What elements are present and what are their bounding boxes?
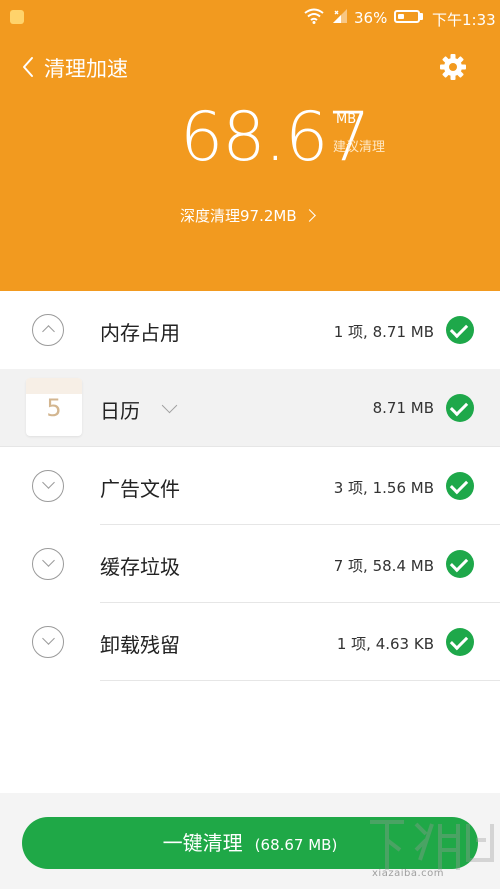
calendar-app-icon: 5 bbox=[26, 378, 82, 436]
battery-percent: 36% bbox=[354, 9, 388, 27]
item-size: 1 项, 8.71 MB bbox=[333, 323, 434, 341]
checkmark-icon[interactable] bbox=[446, 316, 474, 344]
list-item-calendar[interactable]: 5 日历 8.71 MB bbox=[0, 369, 500, 447]
item-size: 7 项, 58.4 MB bbox=[333, 557, 434, 575]
expand-button[interactable] bbox=[32, 548, 64, 580]
checkmark-icon[interactable] bbox=[446, 550, 474, 578]
signal-icon bbox=[333, 9, 347, 23]
item-size: 1 项, 4.63 KB bbox=[336, 635, 434, 653]
list-item-uninstall-residue[interactable]: 卸载残留 1 项, 4.63 KB bbox=[0, 603, 500, 681]
wifi-icon bbox=[304, 8, 324, 24]
item-size: 3 项, 1.56 MB bbox=[333, 479, 434, 497]
checkmark-icon[interactable] bbox=[446, 628, 474, 656]
item-label: 日历 bbox=[100, 399, 140, 423]
calendar-icon-number: 5 bbox=[46, 394, 62, 422]
watermark-text: xiazaiba.com bbox=[372, 868, 444, 879]
battery-icon bbox=[394, 10, 420, 23]
collapse-button[interactable] bbox=[32, 314, 64, 346]
expand-button[interactable] bbox=[32, 470, 64, 502]
suggestion-label: 建议清理 bbox=[333, 140, 386, 155]
expand-button[interactable] bbox=[32, 626, 64, 658]
item-label: 缓存垃圾 bbox=[100, 555, 180, 579]
list-item-cache[interactable]: 缓存垃圾 7 项, 58.4 MB bbox=[0, 525, 500, 603]
status-bar: 36% 下午1:33 bbox=[0, 0, 500, 36]
checkmark-icon[interactable] bbox=[446, 472, 474, 500]
clean-button-label: 一键清理 bbox=[162, 831, 243, 855]
item-label: 内存占用 bbox=[100, 321, 180, 345]
back-icon[interactable] bbox=[18, 54, 40, 80]
divider bbox=[100, 680, 500, 681]
checkmark-icon[interactable] bbox=[446, 394, 474, 422]
item-label: 卸载残留 bbox=[100, 633, 180, 657]
item-label: 广告文件 bbox=[100, 477, 180, 501]
gear-icon[interactable] bbox=[438, 52, 468, 82]
chevron-down-icon bbox=[42, 632, 55, 645]
chevron-down-icon bbox=[42, 554, 55, 567]
list-item-ad-files[interactable]: 广告文件 3 项, 1.56 MB bbox=[0, 447, 500, 525]
chevron-up-icon bbox=[42, 325, 55, 338]
page-title: 清理加速 bbox=[44, 57, 128, 81]
deep-clean-label: 深度清理97.2MB bbox=[180, 207, 297, 225]
chevron-right-icon bbox=[302, 209, 316, 222]
list-item-memory[interactable]: 内存占用 1 项, 8.71 MB bbox=[0, 291, 500, 369]
amount-unit: MB bbox=[336, 112, 357, 127]
header: 36% 下午1:33 清理加速 68.67 MB 建议清理 深度清理97.2MB bbox=[0, 0, 500, 291]
clock: 下午1:33 bbox=[432, 11, 496, 29]
chevron-down-icon[interactable] bbox=[161, 397, 178, 414]
deep-clean-link[interactable]: 深度清理97.2MB bbox=[180, 205, 316, 226]
clean-button-size: (68.67 MB) bbox=[254, 836, 338, 854]
notification-app-icon bbox=[10, 10, 24, 24]
battery-fill bbox=[398, 14, 404, 19]
item-size: 8.71 MB bbox=[372, 399, 434, 417]
chevron-down-icon bbox=[42, 476, 55, 489]
calendar-icon-header bbox=[26, 378, 82, 394]
battery-tip bbox=[420, 13, 423, 20]
